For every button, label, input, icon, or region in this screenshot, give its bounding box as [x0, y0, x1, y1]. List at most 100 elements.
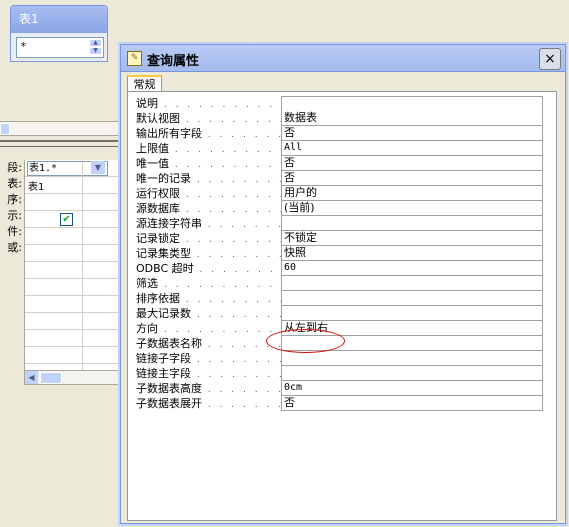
property-label: 运行权限 — [136, 187, 180, 200]
property-row[interactable]: 源连接字符串 . . . . . . . . . . . . . . — [135, 216, 549, 231]
property-value[interactable] — [281, 306, 543, 321]
property-label: ODBC 超时 — [136, 262, 194, 275]
property-row[interactable]: 运行权限 . . . . . . . . . . . . . .用户的 — [135, 186, 549, 201]
property-label: 记录集类型 — [136, 247, 191, 260]
grid-row-criteria[interactable] — [25, 228, 121, 245]
grid-row-sort[interactable] — [25, 194, 121, 211]
grid-row[interactable] — [25, 296, 121, 313]
property-value[interactable]: 否 — [281, 126, 543, 141]
property-row[interactable]: 方向 . . . . . . . . . . . . . .从左到右 — [135, 321, 549, 336]
property-value[interactable]: 快照 — [281, 246, 543, 261]
dot-leader: . . . . . . . . . . . . . . — [163, 280, 282, 290]
property-label: 默认视图 — [136, 112, 180, 125]
grid-row-or[interactable] — [25, 245, 121, 262]
property-row[interactable]: 记录锁定 . . . . . . . . . . . . . .不锁定 — [135, 231, 549, 246]
grid-row-field[interactable]: 表1.* ▼ — [25, 160, 121, 177]
property-value[interactable] — [281, 96, 543, 112]
field-combo-value: 表1.* — [29, 163, 58, 174]
grid-row-show[interactable]: ✔ — [25, 211, 121, 228]
property-value[interactable] — [281, 351, 543, 366]
dot-leader: . . . . . . . . . . . . . . — [185, 235, 282, 245]
property-value[interactable] — [281, 276, 543, 291]
property-value[interactable]: 数据表 — [281, 111, 543, 126]
dot-leader: . . . . . . . . . . . . . . — [196, 355, 282, 365]
query-design-grid[interactable]: 表1.* ▼ 表1 ✔ — [24, 160, 121, 370]
property-row[interactable]: 上限值 . . . . . . . . . . . . . .All — [135, 141, 549, 156]
grid-row[interactable] — [25, 279, 121, 296]
table-window-title: 表1 — [11, 6, 107, 33]
scroll-up-icon[interactable]: ▲ — [89, 39, 102, 47]
chevron-down-icon[interactable]: ▼ — [91, 161, 105, 174]
property-row[interactable]: 输出所有字段 . . . . . . . . . . . . . .否 — [135, 126, 549, 141]
property-value[interactable]: 否 — [281, 171, 543, 186]
property-name: 子数据表展开 . . . . . . . . . . . . . . — [135, 396, 282, 411]
property-row[interactable]: 筛选 . . . . . . . . . . . . . . — [135, 276, 549, 291]
scrollbar-thumb[interactable] — [40, 372, 62, 384]
property-row[interactable]: 说明 . . . . . . . . . . . . . . — [135, 96, 549, 112]
property-value[interactable]: 否 — [281, 156, 543, 171]
property-label: 说明 — [136, 97, 158, 110]
field-list-scrollbar[interactable]: ▲ ▼ — [89, 39, 102, 56]
grid-row[interactable] — [25, 313, 121, 330]
row-label-criteria: 件: — [7, 225, 22, 238]
property-row[interactable]: 子数据表高度 . . . . . . . . . . . . . .0cm — [135, 381, 549, 396]
property-label: 记录锁定 — [136, 232, 180, 245]
property-value[interactable] — [281, 291, 543, 306]
property-row[interactable]: ODBC 超时 . . . . . . . . . . . . . .60 — [135, 261, 549, 276]
scroll-left-icon[interactable]: ◀ — [25, 371, 38, 384]
property-row[interactable]: 记录集类型 . . . . . . . . . . . . . .快照 — [135, 246, 549, 261]
property-value[interactable] — [281, 366, 543, 381]
table-field-list-window[interactable]: 表1 * ▲ ▼ — [10, 5, 108, 62]
dot-leader: . . . . . . . . . . . . . . — [207, 385, 282, 395]
grid-row[interactable] — [25, 347, 121, 364]
property-label: 子数据表展开 — [136, 397, 202, 410]
dot-leader: . . . . . . . . . . . . . . — [207, 130, 282, 140]
properties-panel: 说明 . . . . . . . . . . . . . .默认视图 . . .… — [127, 91, 557, 521]
pane-splitter[interactable] — [0, 140, 120, 147]
property-value[interactable]: 0cm — [281, 381, 543, 396]
dialog-title-bar[interactable]: ✎ 查询属性 × — [121, 45, 565, 72]
property-value[interactable]: 用户的 — [281, 186, 543, 201]
upper-pane-scrollbar[interactable] — [0, 121, 120, 136]
property-value[interactable]: 60 — [281, 261, 543, 276]
grid-row[interactable] — [25, 262, 121, 279]
scroll-down-icon[interactable]: ▼ — [89, 47, 102, 55]
field-list-item[interactable]: * — [20, 40, 27, 53]
property-row[interactable]: 链接主字段 . . . . . . . . . . . . . . — [135, 366, 549, 381]
dot-leader: . . . . . . . . . . . . . . — [196, 175, 282, 185]
property-label: 最大记录数 — [136, 307, 191, 320]
property-value[interactable]: (当前) — [281, 201, 543, 216]
dot-leader: . . . . . . . . . . . . . . — [185, 295, 282, 305]
dot-leader: . . . . . . . . . . . . . . — [174, 160, 282, 170]
property-value[interactable]: 否 — [281, 396, 543, 411]
property-row[interactable]: 排序依据 . . . . . . . . . . . . . . — [135, 291, 549, 306]
property-name: 记录集类型 . . . . . . . . . . . . . . — [135, 246, 282, 261]
dot-leader: . . . . . . . . . . . . . . — [196, 370, 282, 380]
scrollbar-thumb[interactable] — [0, 123, 10, 135]
property-row[interactable]: 唯一值 . . . . . . . . . . . . . .否 — [135, 156, 549, 171]
dot-leader: . . . . . . . . . . . . . . — [174, 145, 282, 155]
grid-horizontal-scrollbar[interactable]: ◀ — [24, 370, 122, 385]
property-list: 说明 . . . . . . . . . . . . . .默认视图 . . .… — [135, 96, 549, 411]
property-row[interactable]: 源数据库 . . . . . . . . . . . . . .(当前) — [135, 201, 549, 216]
dot-leader: . . . . . . . . . . . . . . — [207, 400, 282, 410]
property-value[interactable]: 不锁定 — [281, 231, 543, 246]
field-list[interactable]: * ▲ ▼ — [16, 37, 104, 58]
grid-row-table[interactable]: 表1 — [25, 177, 121, 194]
property-value[interactable]: All — [281, 141, 543, 156]
property-row[interactable]: 链接子字段 . . . . . . . . . . . . . . — [135, 351, 549, 366]
property-value[interactable] — [281, 216, 543, 231]
show-checkbox[interactable]: ✔ — [60, 213, 73, 226]
property-row[interactable]: 默认视图 . . . . . . . . . . . . . .数据表 — [135, 111, 549, 126]
dot-leader: . . . . . . . . . . . . . . — [163, 325, 282, 335]
grid-row[interactable] — [25, 330, 121, 347]
dot-leader: . . . . . . . . . . . . . . — [163, 100, 282, 110]
property-row[interactable]: 唯一的记录 . . . . . . . . . . . . . .否 — [135, 171, 549, 186]
property-name: 链接主字段 . . . . . . . . . . . . . . — [135, 366, 282, 381]
property-row[interactable]: 子数据表展开 . . . . . . . . . . . . . .否 — [135, 396, 549, 411]
property-name: 输出所有字段 . . . . . . . . . . . . . . — [135, 126, 282, 141]
property-name: 源数据库 . . . . . . . . . . . . . . — [135, 201, 282, 216]
close-button[interactable]: × — [539, 48, 561, 70]
dot-leader: . . . . . . . . . . . . . . — [185, 190, 282, 200]
property-row[interactable]: 最大记录数 . . . . . . . . . . . . . . — [135, 306, 549, 321]
